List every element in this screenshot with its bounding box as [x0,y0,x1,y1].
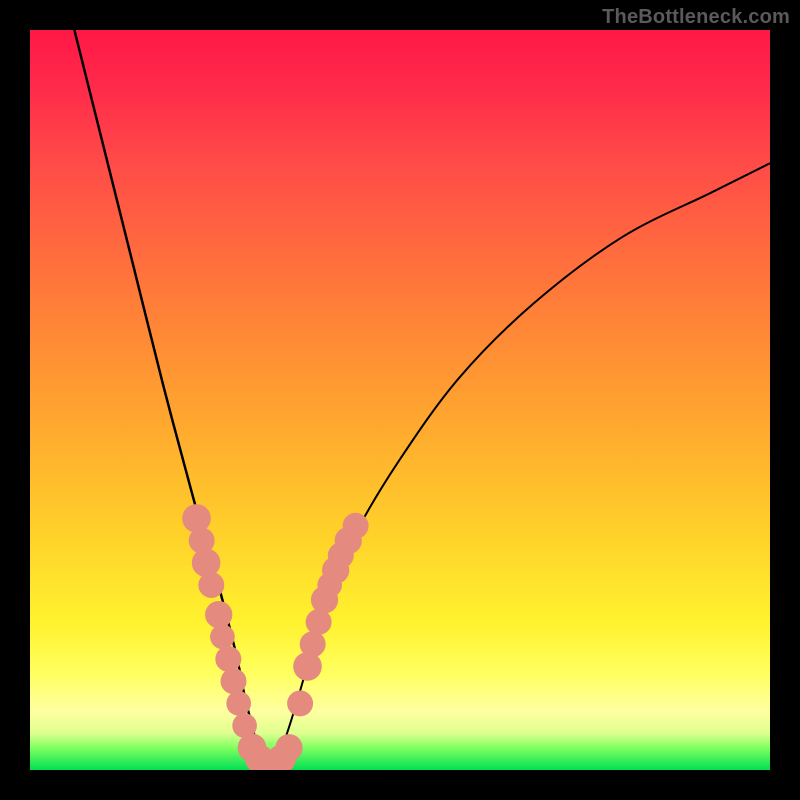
data-marker [226,691,251,716]
data-marker [300,631,326,657]
plot-area [30,30,770,770]
data-marker [343,513,369,539]
curve-right-branch [267,163,770,770]
data-marker [287,690,313,716]
data-marker [221,668,247,694]
data-marker [293,652,322,681]
data-marker [205,601,232,628]
chart-frame: TheBottleneck.com [0,0,800,800]
marker-group [182,504,368,770]
data-marker [210,624,235,649]
data-marker [198,572,224,598]
chart-svg [30,30,770,770]
data-marker [215,646,241,672]
data-marker [192,548,221,577]
watermark-text: TheBottleneck.com [602,6,790,29]
data-marker [182,504,211,533]
data-marker [275,734,302,761]
